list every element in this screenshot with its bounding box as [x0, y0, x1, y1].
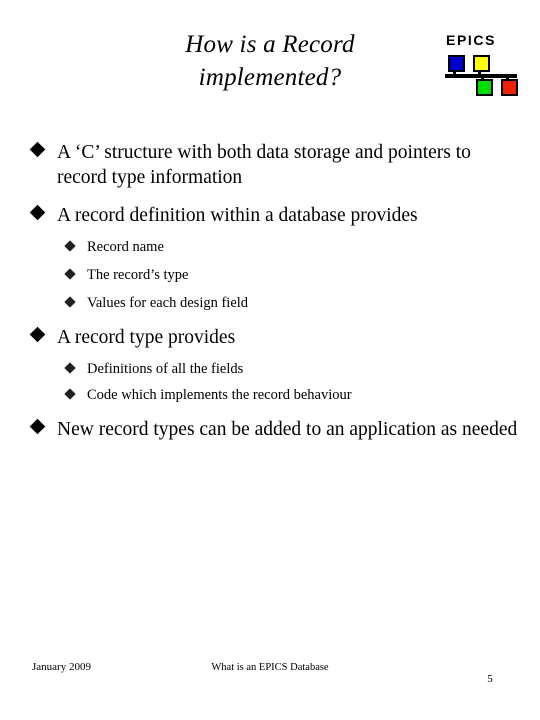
- bullet-item: New record types can be added to an appl…: [29, 417, 524, 442]
- bullet-item: A record definition within a database pr…: [29, 203, 524, 228]
- sub-bullet-item: The record’s type: [64, 266, 506, 285]
- node-square-yellow: [473, 55, 490, 72]
- sub-bullet-item: Code which implements the record behavio…: [64, 386, 506, 405]
- slide-canvas: How is a Record implemented? EPICS A ‘C’…: [0, 0, 540, 720]
- node-stem-blue: [453, 72, 456, 76]
- sub-bullet-text: Values for each design field: [87, 295, 249, 311]
- diamond-bullet-icon: [29, 204, 46, 221]
- sub-bullet-text: Record name: [87, 239, 164, 255]
- sub-bullet-text: Definitions of all the fields: [87, 361, 244, 377]
- sub-bullet-item: Record name: [64, 238, 506, 257]
- slide-title-line-2: implemented?: [198, 64, 342, 91]
- diamond-bullet-icon: [29, 326, 46, 343]
- diamond-bullet-icon: [29, 141, 46, 158]
- slide-title: How is a Record implemented?: [60, 28, 480, 94]
- sub-bullet-item: Definitions of all the fields: [64, 360, 506, 379]
- slide-title-line-1: How is a Record: [185, 31, 355, 58]
- footer-presentation-title: What is an EPICS Database: [211, 662, 329, 673]
- bullet-item: A ‘C’ structure with both data storage a…: [29, 140, 524, 190]
- diamond-bullet-icon: [64, 268, 76, 280]
- sub-bullet-text: Code which implements the record behavio…: [87, 387, 352, 403]
- diamond-bullet-icon: [64, 388, 76, 400]
- epics-wordmark: EPICS: [446, 32, 497, 48]
- bullet-item: A record type provides: [29, 325, 524, 350]
- bullet-text: New record types can be added to an appl…: [57, 419, 518, 440]
- bullet-text: A record type provides: [57, 327, 236, 348]
- node-square-blue: [448, 55, 465, 72]
- diamond-bullet-icon: [29, 418, 46, 435]
- diamond-bullet-icon: [64, 296, 76, 308]
- epics-network-diagram-icon: [443, 52, 521, 98]
- diamond-bullet-icon: [64, 362, 76, 374]
- node-square-red: [501, 79, 518, 96]
- footer-date: January 2009: [32, 661, 91, 673]
- epics-logo: EPICS: [443, 32, 521, 98]
- sub-bullet-text: The record’s type: [87, 267, 189, 283]
- node-square-green: [476, 79, 493, 96]
- diamond-bullet-icon: [64, 240, 76, 252]
- slide-page-number: 5: [487, 673, 493, 685]
- bullet-text: A ‘C’ structure with both data storage a…: [57, 142, 471, 188]
- bullet-text: A record definition within a database pr…: [57, 205, 418, 226]
- sub-bullet-item: Values for each design field: [64, 294, 506, 313]
